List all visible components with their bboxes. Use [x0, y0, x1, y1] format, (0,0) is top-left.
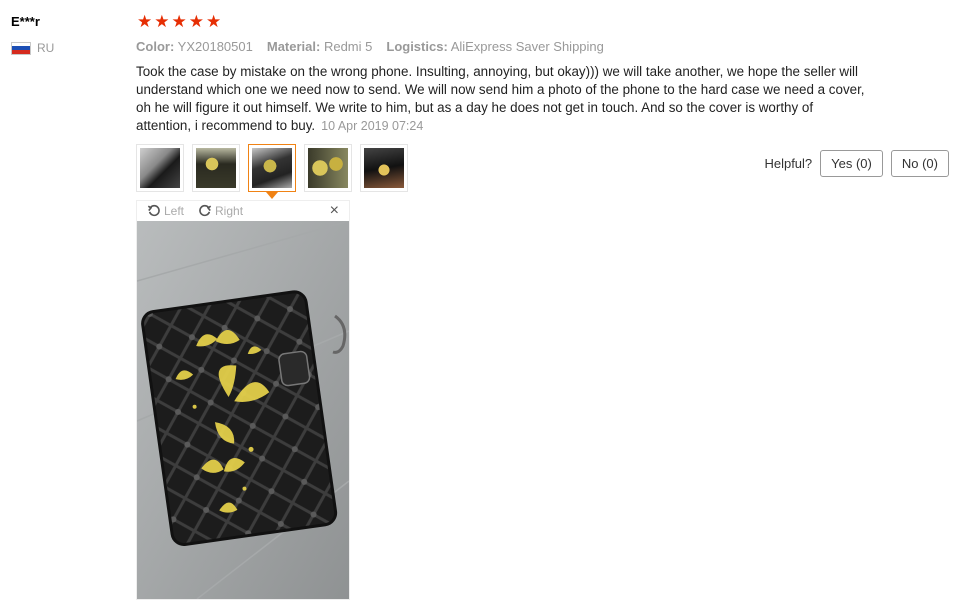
helpful-yes-button[interactable]: Yes (0)	[820, 150, 883, 177]
thumbnail-photo-4[interactable]	[304, 144, 352, 192]
flag-icon	[11, 41, 31, 55]
photo-viewer: Left Right ×	[136, 200, 350, 600]
star-icon: ★	[188, 12, 204, 31]
star-icon: ★	[137, 12, 153, 31]
star-icon: ★	[171, 12, 187, 31]
logistics-label: Logistics:	[386, 39, 448, 54]
logistics-value: AliExpress Saver Shipping	[450, 39, 604, 54]
rotate-left-icon	[147, 204, 160, 217]
star-icon: ★	[206, 12, 222, 31]
thumbnail-photo-2[interactable]	[192, 144, 240, 192]
reviewer-country: RU	[11, 41, 54, 55]
rotate-left-label: Left	[164, 204, 185, 218]
star-icon: ★	[154, 12, 170, 31]
material-value: Redmi 5	[323, 39, 373, 54]
review-body: Took the case by mistake on the wrong ph…	[136, 63, 866, 135]
thumbnail-photo-3[interactable]	[248, 144, 296, 199]
rotate-right-button[interactable]: Right	[198, 204, 243, 218]
order-attributes: Color: YX20180501 Material: Redmi 5 Logi…	[136, 39, 604, 54]
reviewer-name: E***r	[11, 14, 40, 29]
color-label: Color:	[136, 39, 175, 54]
thumbnail-photo-1[interactable]	[136, 144, 184, 192]
close-icon[interactable]: ×	[330, 202, 339, 220]
helpful-vote: Helpful? Yes (0) No (0)	[764, 150, 949, 177]
rotate-right-icon	[199, 204, 212, 217]
country-code: RU	[37, 41, 55, 55]
review-photo	[137, 221, 349, 599]
review-date: 10 Apr 2019 07:24	[321, 119, 424, 133]
helpful-label: Helpful?	[764, 156, 813, 171]
review-text: Took the case by mistake on the wrong ph…	[136, 64, 865, 133]
helpful-no-button[interactable]: No (0)	[890, 150, 949, 177]
material-label: Material:	[266, 39, 321, 54]
viewer-toolbar: Left Right ×	[137, 201, 349, 221]
rotate-left-button[interactable]: Left	[147, 204, 184, 218]
photo-thumbnails	[136, 144, 408, 199]
star-rating: ★ ★ ★ ★ ★	[137, 13, 221, 31]
rotate-right-label: Right	[215, 204, 244, 218]
color-value: YX20180501	[177, 39, 253, 54]
thumbnail-photo-5[interactable]	[360, 144, 408, 192]
